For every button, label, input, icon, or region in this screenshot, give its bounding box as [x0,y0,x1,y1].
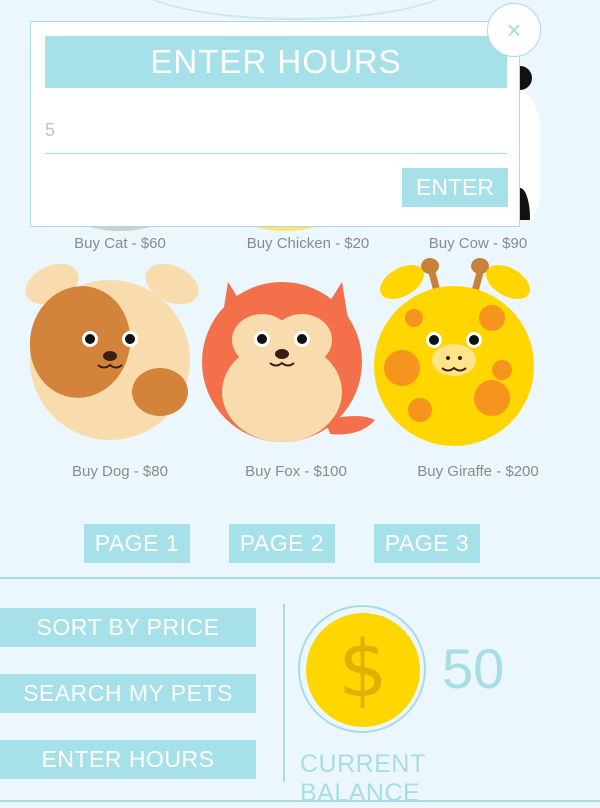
buy-giraffe-label[interactable]: Buy Giraffe - $200 [388,463,568,480]
dog-icon [25,263,199,440]
pet-card-dog[interactable] [22,262,202,462]
balance-amount: 50 [442,637,505,700]
page-3-button[interactable]: PAGE 3 [374,524,480,563]
coin-icon: $ [306,613,420,727]
giraffe-icon [374,258,534,446]
pet-card-fox[interactable] [200,262,380,462]
pet-card-giraffe[interactable] [372,258,552,458]
currency-symbol: $ [338,625,388,715]
page-2-button[interactable]: PAGE 2 [229,524,335,563]
buy-cat-label[interactable]: Buy Cat - $60 [30,235,210,252]
divider-top [0,577,600,579]
modal-enter-button[interactable]: ENTER [402,168,508,207]
divider-vertical [283,604,285,782]
buy-fox-label[interactable]: Buy Fox - $100 [206,463,386,480]
sort-by-price-button[interactable]: SORT BY PRICE [0,608,256,647]
hours-input[interactable] [45,108,507,154]
search-my-pets-button[interactable]: SEARCH MY PETS [0,674,256,713]
buy-dog-label[interactable]: Buy Dog - $80 [30,463,210,480]
decorative-ellipse [130,0,460,20]
fox-icon [202,282,375,442]
page-1-button[interactable]: PAGE 1 [84,524,190,563]
buy-cow-label[interactable]: Buy Cow - $90 [388,235,568,252]
balance-label: CURRENT BALANCE [300,750,426,807]
modal-title: ENTER HOURS [45,36,507,88]
enter-hours-button[interactable]: ENTER HOURS [0,740,256,779]
close-icon[interactable]: × [487,3,541,57]
buy-chicken-label[interactable]: Buy Chicken - $20 [218,235,398,252]
enter-hours-modal: ENTER HOURS ENTER [30,21,520,227]
